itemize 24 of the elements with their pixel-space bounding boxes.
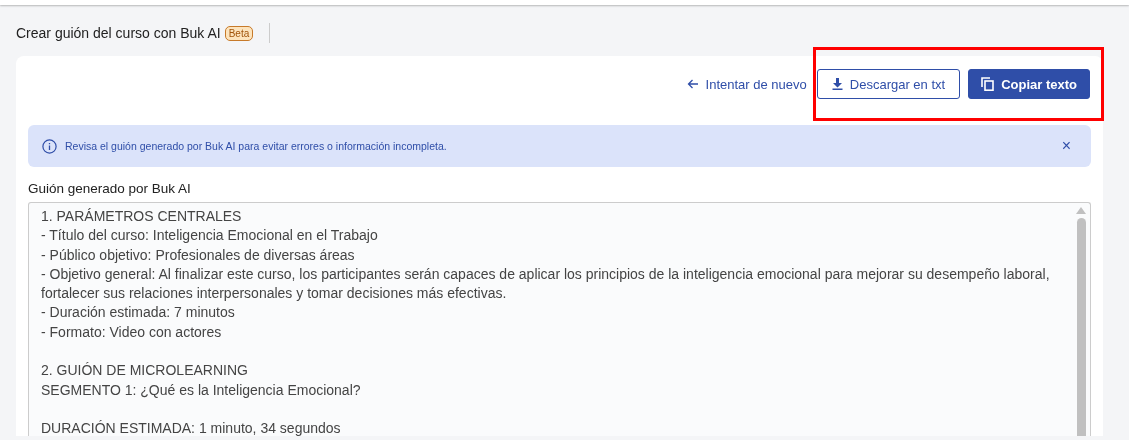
beta-badge: Beta	[224, 25, 254, 41]
arrow-left-icon	[686, 78, 699, 90]
download-button[interactable]: Descargar en txt	[816, 69, 961, 99]
script-line: 1. PARÁMETROS CENTRALES	[41, 207, 243, 226]
script-text-area[interactable]	[28, 202, 1091, 436]
script-line: DURACIÓN ESTIMADA: 1 minuto, 34 segundos	[41, 419, 342, 436]
scroll-up-icon[interactable]	[1076, 207, 1086, 214]
scrollbar[interactable]	[1075, 207, 1087, 436]
info-message: Revisa el guión generado por Buk AI para evitar errores o información incompleta.	[65, 140, 448, 152]
script-line: 2. GUIÓN DE MICROLEARNING	[41, 361, 249, 381]
script-line: - Objetivo general: Al finalizar este curso, los participantes serán capaces de aplicar los principios de la inteligencia emocional para mejorar su desempeño laboral, fortalecer sus relaciones interpersonales y tomar decisiones más efectivas.	[41, 264, 1051, 304]
download-icon	[831, 78, 843, 90]
retry-link[interactable]: Intentar de nuevo	[684, 69, 809, 99]
copy-icon	[981, 77, 995, 91]
copy-button[interactable]: Copiar texto	[968, 69, 1090, 99]
info-icon	[42, 138, 57, 154]
script-line: SEGMENTO 1: ¿Qué es la Inteligencia Emocional?	[41, 380, 362, 400]
script-line: - Duración estimada: 7 minutos	[41, 303, 236, 323]
field-label: Guión generado por Buk AI	[28, 181, 192, 196]
script-line: - Público objetivo: Profesionales de diversas áreas	[41, 245, 356, 265]
close-button[interactable]: ×	[1055, 137, 1077, 155]
script-line: - Formato: Video con actores	[41, 322, 223, 342]
script-line: - Título del curso: Inteligencia Emocional en el Trabajo	[41, 226, 379, 246]
page-title: Crear guión del curso con Buk AI	[16, 25, 221, 41]
